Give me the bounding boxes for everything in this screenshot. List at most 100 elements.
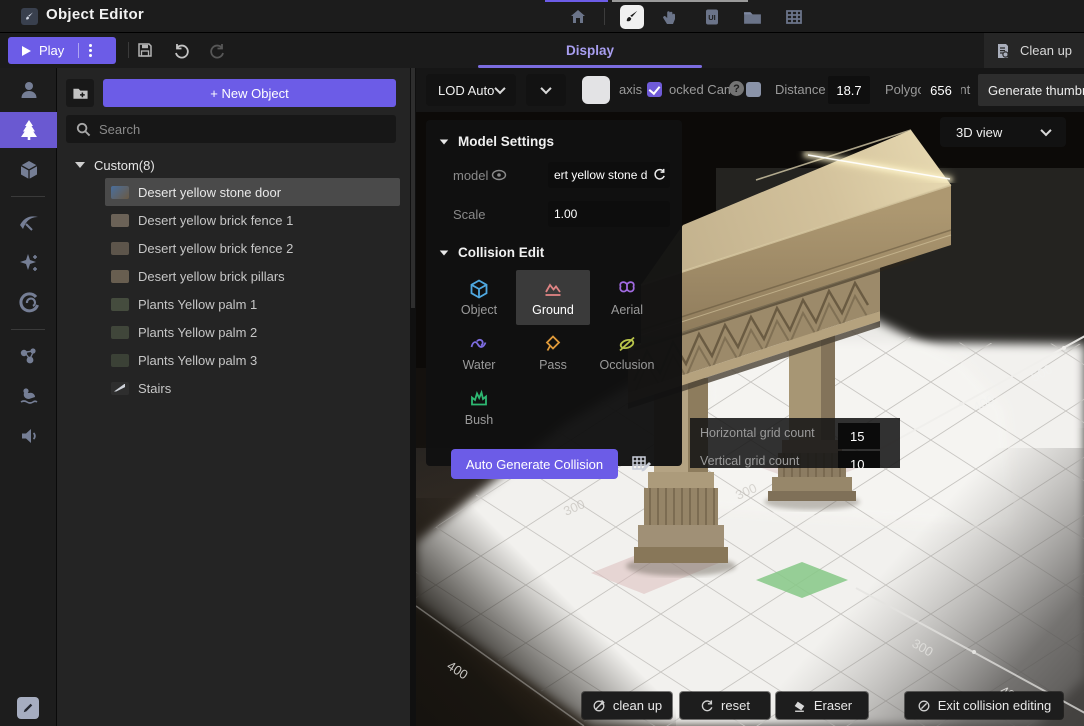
scale-input[interactable]: 1.00 bbox=[548, 201, 670, 227]
distance-value[interactable]: 18.7 bbox=[828, 76, 870, 104]
auto-generate-collision-button[interactable]: Auto Generate Collision bbox=[451, 449, 618, 479]
collision-type-bush[interactable]: Bush bbox=[442, 380, 516, 435]
search-input[interactable] bbox=[99, 121, 396, 137]
tab-display-underline bbox=[478, 65, 702, 68]
expand-dropdown[interactable] bbox=[526, 74, 566, 106]
rail-separator bbox=[11, 196, 45, 197]
viewport[interactable]: 300 300 400 500 300 400 400 bbox=[416, 68, 1084, 726]
tree-item-label: Desert yellow brick fence 2 bbox=[138, 240, 294, 256]
tree-item[interactable]: Plants Yellow palm 3 bbox=[105, 346, 400, 374]
cleanup-collision-label: clean up bbox=[612, 698, 663, 713]
tree-item[interactable]: Desert yellow brick pillars bbox=[105, 262, 400, 290]
collision-type-object[interactable]: Object bbox=[442, 270, 516, 325]
tree-item-label: Plants Yellow palm 3 bbox=[138, 352, 258, 368]
play-label: Play bbox=[39, 43, 65, 58]
object-thumbnail bbox=[111, 213, 129, 227]
locked-camera-label: ocked Cam bbox=[669, 82, 735, 97]
grid-edit-icon[interactable] bbox=[630, 453, 652, 475]
collision-type-water[interactable]: Water bbox=[442, 325, 516, 380]
collision-type-label: Object bbox=[460, 303, 498, 317]
play-button[interactable]: Play bbox=[8, 37, 116, 64]
hand-icon[interactable] bbox=[658, 5, 682, 29]
top-accent-strip-purple bbox=[545, 0, 608, 2]
play-divider bbox=[78, 43, 80, 58]
app-brush-icon bbox=[21, 8, 38, 25]
scythe-tool-icon[interactable] bbox=[0, 205, 57, 241]
reset-label: reset bbox=[721, 698, 750, 713]
objects-panel: + New Object Custom(8) Desert yellow sto… bbox=[57, 68, 410, 726]
toolbar-separator bbox=[128, 42, 129, 58]
wind-swirl-icon[interactable] bbox=[0, 285, 57, 321]
cleanup-label: Clean up bbox=[1020, 43, 1073, 58]
tree-group-custom[interactable]: Custom(8) bbox=[57, 152, 410, 178]
collision-type-label: Occlusion bbox=[599, 358, 655, 372]
reset-icon bbox=[701, 699, 713, 711]
view-mode-dropdown[interactable]: 3D view bbox=[940, 117, 1066, 147]
page-title: Object Editor bbox=[46, 6, 145, 23]
collision-type-pass[interactable]: Pass bbox=[516, 325, 590, 380]
horizontal-grid-count-label: Horizontal grid count bbox=[700, 426, 815, 440]
refresh-icon[interactable] bbox=[652, 167, 667, 182]
audio-speaker-icon[interactable] bbox=[0, 418, 57, 454]
tree-item[interactable]: Desert yellow brick fence 1 bbox=[105, 206, 400, 234]
search-box[interactable] bbox=[66, 115, 396, 143]
generate-thumbnail-button[interactable]: Generate thumbnail bbox=[978, 74, 1084, 106]
collision-type-ground[interactable]: Ground bbox=[516, 270, 590, 325]
eye-icon[interactable] bbox=[491, 169, 507, 181]
tree-item[interactable]: Plants Yellow palm 1 bbox=[105, 290, 400, 318]
new-object-button[interactable]: + New Object bbox=[103, 79, 396, 107]
exit-icon bbox=[918, 700, 930, 711]
avatar-icon[interactable] bbox=[0, 72, 57, 108]
lod-dropdown[interactable]: LOD Auto bbox=[426, 74, 516, 106]
waterfowl-icon[interactable] bbox=[0, 378, 57, 414]
left-icon-rail bbox=[0, 68, 57, 726]
axis-label: axis bbox=[619, 82, 643, 97]
axis-checkbox[interactable] bbox=[647, 82, 662, 97]
locked-camera-checkbox[interactable] bbox=[746, 82, 761, 97]
wave-icon bbox=[470, 338, 487, 348]
reset-button[interactable]: reset bbox=[680, 692, 770, 719]
exit-collision-editing-button[interactable]: Exit collision editing bbox=[905, 692, 1063, 719]
tree-item[interactable]: Stairs bbox=[105, 374, 400, 402]
vertical-grid-count-value[interactable]: 10 bbox=[838, 451, 880, 468]
collision-type-label: Pass bbox=[539, 358, 567, 372]
color-swatch[interactable] bbox=[582, 76, 610, 104]
effects-wand-icon[interactable] bbox=[0, 245, 57, 281]
redo-icon[interactable] bbox=[208, 41, 227, 65]
tab-display[interactable]: Display bbox=[478, 33, 702, 68]
horizontal-grid-count-value[interactable]: 15 bbox=[838, 423, 880, 449]
model-settings-header[interactable]: Model Settings bbox=[426, 120, 682, 149]
undo-icon[interactable] bbox=[172, 41, 191, 65]
tree-item-label: Desert yellow brick fence 1 bbox=[138, 212, 294, 228]
play-more-icon[interactable] bbox=[89, 44, 93, 57]
cleanup-button[interactable]: Clean up bbox=[984, 33, 1084, 68]
edit-pencil-icon[interactable] bbox=[17, 697, 39, 719]
table-icon[interactable] bbox=[782, 5, 806, 29]
model-settings-panel: Model Settings model ert yellow stone d … bbox=[426, 120, 682, 479]
cleanup-collision-button[interactable]: clean up bbox=[582, 692, 672, 719]
tree-item[interactable]: Desert yellow brick fence 2 bbox=[105, 234, 400, 262]
molecule-nodes-icon[interactable] bbox=[0, 338, 57, 374]
brush-tab-icon[interactable] bbox=[620, 5, 644, 29]
eraser-button[interactable]: Eraser bbox=[776, 692, 868, 719]
save-icon[interactable] bbox=[136, 41, 154, 64]
ui-editor-icon[interactable]: UI bbox=[700, 5, 724, 29]
nature-objects-tab-icon[interactable] bbox=[0, 112, 57, 148]
model-input[interactable]: ert yellow stone d bbox=[548, 162, 670, 188]
cube-objects-icon[interactable] bbox=[0, 152, 57, 188]
home-icon[interactable] bbox=[566, 5, 590, 29]
collision-type-occlusion[interactable]: Occlusion bbox=[590, 325, 664, 380]
bush-icon bbox=[471, 389, 487, 406]
collision-edit-header[interactable]: Collision Edit bbox=[426, 227, 682, 260]
tree-item[interactable]: Desert yellow stone door bbox=[105, 178, 400, 206]
help-icon[interactable]: ? bbox=[729, 81, 744, 96]
exit-collision-editing-label: Exit collision editing bbox=[937, 698, 1052, 713]
collision-type-label: Aerial bbox=[611, 303, 643, 317]
tree-item[interactable]: Plants Yellow palm 2 bbox=[105, 318, 400, 346]
collision-type-aerial[interactable]: Aerial bbox=[590, 270, 664, 325]
eraser-diamond-icon bbox=[545, 335, 561, 351]
panel-scrollbar[interactable] bbox=[410, 68, 416, 726]
folder-icon[interactable] bbox=[740, 5, 764, 29]
object-thumbnail bbox=[111, 241, 129, 255]
import-folder-button[interactable] bbox=[66, 79, 94, 107]
